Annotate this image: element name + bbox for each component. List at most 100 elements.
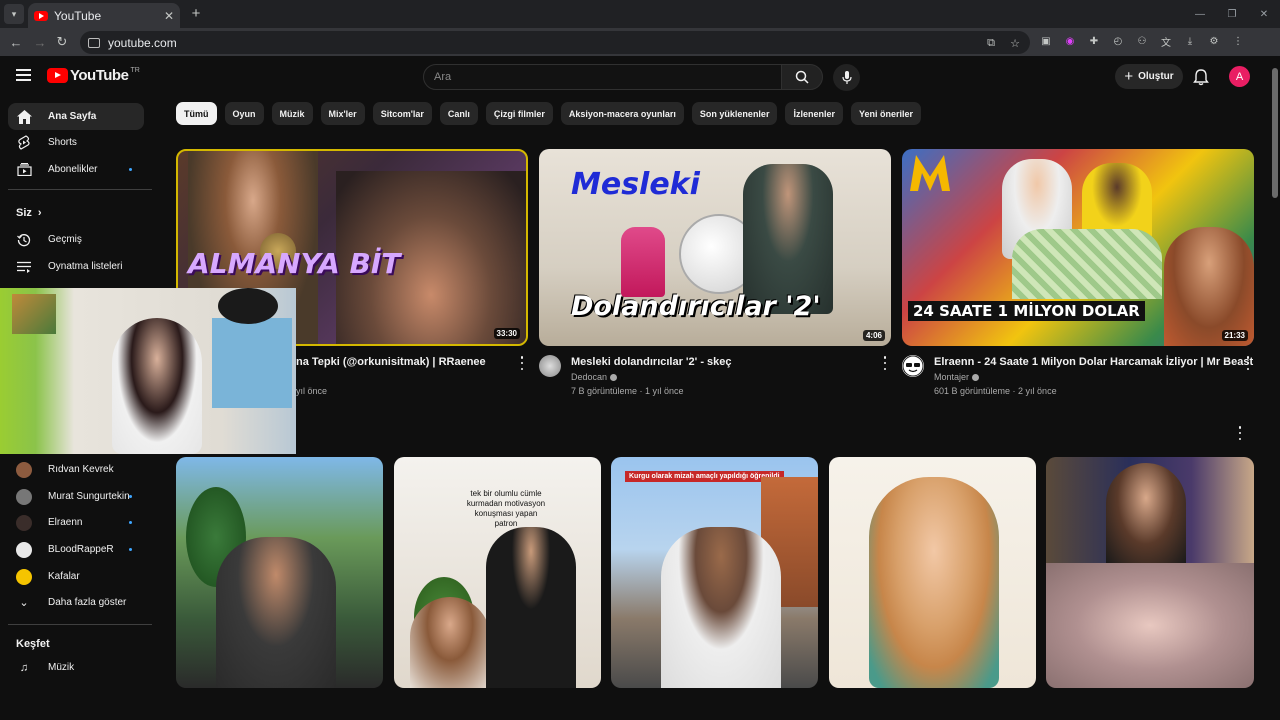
country-code: TR [130, 67, 140, 74]
menu-icon[interactable]: ⋮ [1232, 35, 1244, 47]
short-thumbnail[interactable] [1046, 457, 1254, 688]
sidebar-item-label: Geçmiş [48, 234, 82, 245]
short-thumbnail[interactable] [829, 457, 1036, 688]
more-options-icon[interactable] [881, 356, 889, 370]
translate-icon[interactable]: 文 [1160, 35, 1172, 49]
sidebar-item-shorts[interactable]: Shorts [8, 129, 144, 156]
sidebar-subscription-item[interactable]: Elraenn [8, 509, 144, 536]
minimize-icon[interactable]: — [1184, 0, 1216, 28]
address-bar[interactable]: youtube.com ⧉ ☆ [80, 31, 1030, 54]
thumbnail-child [621, 227, 665, 297]
channel-name[interactable]: Montajer [934, 372, 980, 382]
youtube-logo[interactable]: YouTube TR [47, 67, 140, 84]
restore-icon[interactable]: ❐ [1216, 0, 1248, 28]
sidebar-item-music[interactable]: ♫ Müzik [8, 654, 144, 681]
you-heading-label: Siz [16, 207, 32, 219]
chip[interactable]: Müzik [271, 102, 313, 125]
chip-all[interactable]: Tümü [176, 102, 217, 125]
short-thumbnail[interactable]: tek bir olumlu cümle kurmadan motivasyon… [394, 457, 601, 688]
chevron-right-icon: › [37, 207, 42, 219]
account-avatar[interactable]: A [1229, 66, 1250, 87]
chip[interactable]: Oyun [224, 102, 264, 125]
video-title[interactable]: na Tepki (@orkunisitmak) | RRaenee [296, 356, 486, 368]
search-button[interactable] [781, 64, 823, 90]
sidebar-item-home[interactable]: Ana Sayfa [8, 103, 144, 130]
sidebar-item-label: Abonelikler [48, 164, 98, 175]
chip[interactable]: Canlı [439, 102, 478, 125]
video-meta: 601 B görüntüleme · 2 yıl önce [934, 386, 1057, 396]
video-title[interactable]: Elraenn - 24 Saate 1 Milyon Dolar Harcam… [934, 356, 1253, 368]
sidebar-subscription-item[interactable]: Murat Sungurtekin [8, 483, 144, 510]
thumbnail-person [869, 477, 999, 688]
youtube-favicon-icon [34, 10, 48, 21]
close-tab-icon[interactable]: ✕ [164, 9, 174, 23]
bookmark-star-icon[interactable]: ☆ [1008, 36, 1022, 50]
new-tab-button[interactable]: + [187, 4, 205, 22]
video-thumbnail[interactable]: 24 SAATE 1 MİLYON DOLAR 21:33 [902, 149, 1254, 346]
search-input[interactable]: Ara [423, 64, 783, 90]
channel-avatar[interactable] [539, 355, 561, 377]
sidebar-item-subscriptions[interactable]: Abonelikler [8, 156, 144, 183]
shorts-section-menu-icon[interactable] [1236, 426, 1244, 440]
subscriptions-icon [16, 162, 32, 178]
thumbnail-person [1164, 227, 1254, 346]
channel-name[interactable]: Dedocan [571, 372, 618, 382]
more-options-icon[interactable] [518, 356, 526, 370]
tab-search-button[interactable]: ▾ [4, 4, 24, 24]
chevron-down-icon: ⌄ [19, 597, 29, 609]
short-thumbnail[interactable] [176, 457, 383, 688]
page-scrollbar[interactable] [1270, 56, 1280, 690]
streamer-person [112, 318, 202, 454]
more-options-icon[interactable] [1244, 356, 1252, 370]
extension-icon[interactable]: ⚇ [1136, 35, 1148, 47]
back-icon[interactable]: ← [6, 32, 26, 52]
sidebar-you-heading[interactable]: Siz › [16, 207, 42, 219]
history-browser-icon[interactable]: ◴ [1112, 35, 1124, 47]
settings-extension-icon[interactable]: ⚙ [1208, 35, 1220, 47]
sidebar-item-playlists[interactable]: Oynatma listeleri [8, 253, 144, 280]
chip[interactable]: Aksiyon-macera oyunları [560, 102, 684, 125]
history-icon [16, 232, 32, 248]
chip[interactable]: Yeni öneriler [850, 102, 921, 125]
scrollbar-thumb[interactable] [1272, 68, 1278, 198]
extension-icon[interactable]: ▣ [1040, 35, 1052, 47]
video-meta: 7 B görüntüleme · 1 yıl önce [571, 386, 684, 396]
chip[interactable]: Çizgi filmler [485, 102, 553, 125]
thumbnail-person [486, 527, 576, 688]
reload-icon[interactable]: ↻ [52, 32, 72, 52]
chip[interactable]: Son yüklenenler [691, 102, 778, 125]
chair-image [212, 318, 292, 408]
puzzle-icon[interactable]: ✚ [1088, 35, 1100, 47]
sidebar-show-more[interactable]: ⌄ Daha fazla göster [8, 589, 144, 616]
notifications-bell-icon[interactable] [1193, 68, 1209, 86]
chip[interactable]: Mix'ler [320, 102, 365, 125]
video-thumbnail[interactable]: Mesleki Dolandırıcılar '2' 4:06 [539, 149, 891, 346]
extensions-area: ▣ ◉ ✚ ◴ ⚇ 文 ⤓ ⚙ ⋮ [1040, 35, 1244, 49]
youtube-play-icon [47, 68, 68, 83]
sidebar-item-history[interactable]: Geçmiş [8, 226, 144, 253]
close-window-icon[interactable]: ✕ [1248, 0, 1280, 28]
microphone-icon [841, 70, 852, 84]
short-thumbnail[interactable]: Kurgu olarak mizah amaçlı yapıldığı öğre… [611, 457, 818, 688]
video-title[interactable]: Mesleki dolandırıcılar '2' - skeç [571, 356, 732, 368]
voice-search-button[interactable] [833, 64, 860, 91]
url-text: youtube.com [108, 35, 177, 50]
channel-avatar[interactable] [902, 355, 924, 377]
sidebar-subscription-item[interactable]: Kafalar [8, 563, 144, 590]
browser-tab[interactable]: YouTube ✕ [28, 3, 180, 28]
chip[interactable]: Sitcom'lar [372, 102, 432, 125]
download-icon[interactable]: ⤓ [1184, 35, 1196, 47]
create-button[interactable]: + Oluştur [1115, 64, 1183, 89]
thumbnail-person [661, 527, 781, 688]
hamburger-menu-icon[interactable] [16, 69, 31, 81]
sidebar-item-label: Daha fazla göster [48, 597, 127, 608]
sidebar-subscription-item[interactable]: BLoodRappeR [8, 536, 144, 563]
sidebar-item-label: Oynatma listeleri [48, 261, 123, 272]
chip[interactable]: İzlenenler [785, 102, 843, 125]
new-content-dot [129, 521, 132, 524]
sidebar-subscription-item[interactable]: Rıdvan Kevrek [8, 456, 144, 483]
site-info-icon[interactable] [88, 37, 100, 48]
forward-icon[interactable]: → [30, 32, 50, 52]
color-extension-icon[interactable]: ◉ [1064, 35, 1076, 47]
install-app-icon[interactable]: ⧉ [984, 36, 998, 50]
